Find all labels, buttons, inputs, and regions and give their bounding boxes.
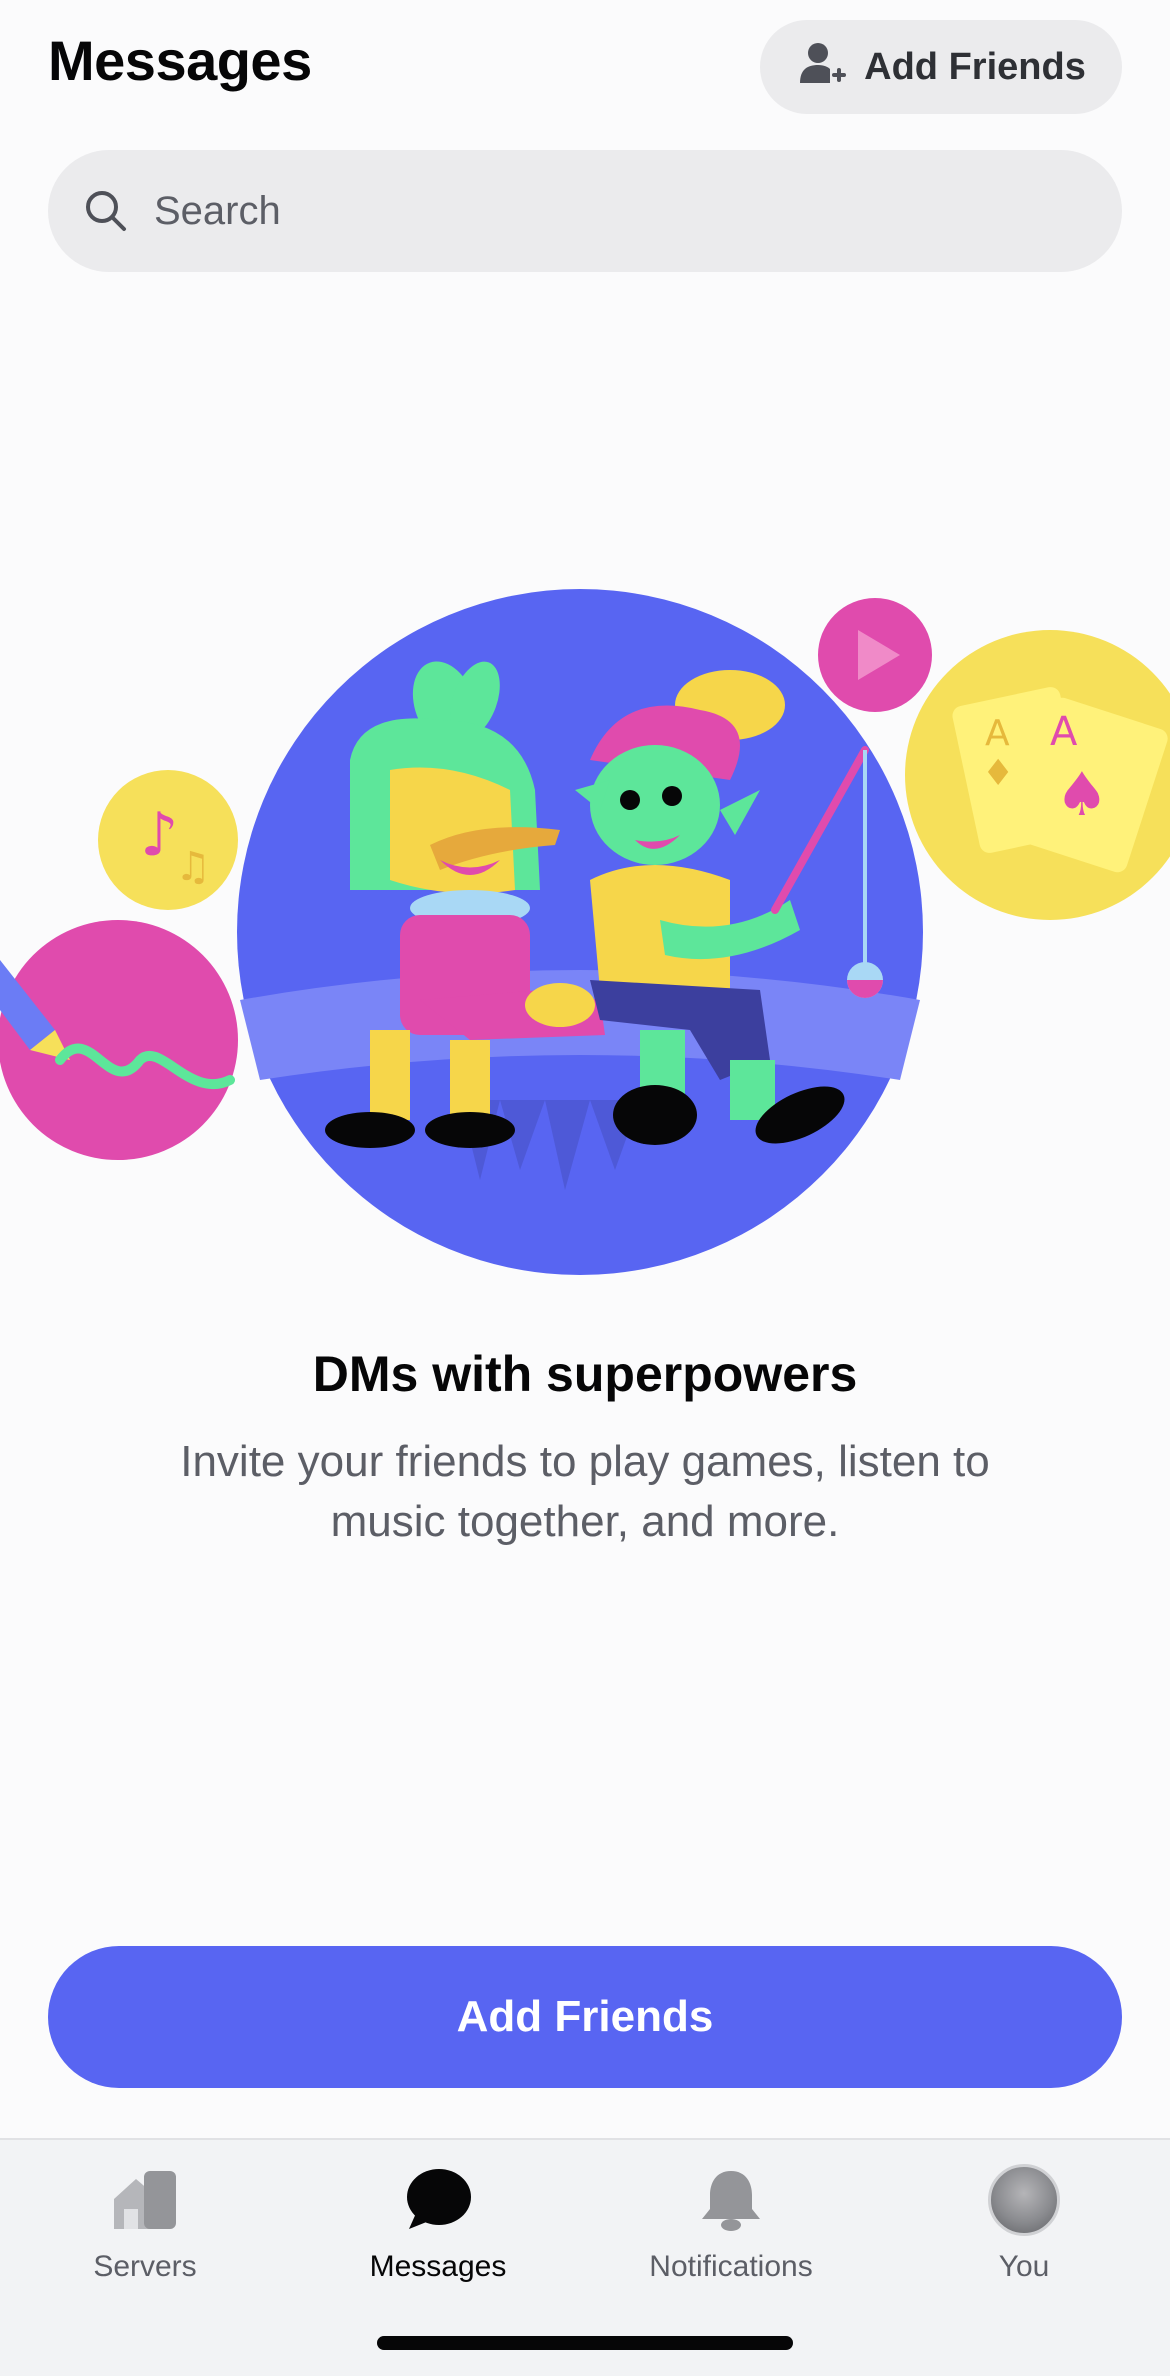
tab-servers-label: Servers [93, 2250, 197, 2283]
tab-notifications-label: Notifications [649, 2250, 813, 2283]
play-bubble [818, 598, 932, 712]
tab-you[interactable]: You [899, 2160, 1149, 2310]
chat-bubble-icon [403, 2160, 473, 2240]
tab-servers[interactable]: Servers [20, 2160, 270, 2310]
avatar [988, 2164, 1060, 2236]
music-bubble: ♪ ♫ [98, 770, 238, 910]
svg-text:A: A [985, 713, 1010, 754]
bell-icon [696, 2160, 766, 2240]
search-input[interactable] [152, 187, 1056, 235]
page-title: Messages [48, 29, 312, 92]
search-bar[interactable] [48, 150, 1122, 272]
svg-text:♫: ♫ [175, 844, 211, 890]
svg-text:A: A [1050, 709, 1078, 755]
home-indicator [377, 2336, 793, 2350]
add-friend-icon [796, 39, 848, 96]
tab-messages-label: Messages [369, 2250, 507, 2283]
pencil-bubble [0, 920, 238, 1160]
add-friends-header-button[interactable]: Add Friends [760, 20, 1122, 114]
add-friends-header-label: Add Friends [864, 45, 1086, 88]
svg-text:♠: ♠ [1055, 760, 1109, 830]
svg-text:♦: ♦ [982, 753, 1014, 794]
add-friends-button[interactable]: Add Friends [48, 1946, 1122, 2088]
tab-messages[interactable]: Messages [313, 2160, 563, 2310]
empty-state-description: Invite your friends to play games, liste… [180, 1437, 990, 1546]
svg-text:♪: ♪ [140, 800, 178, 870]
dms-illustration: ♪ ♫ A ♠ A ♦ [0, 560, 1170, 1280]
tab-you-label: You [998, 2250, 1050, 2283]
cards-bubble: A ♠ A ♦ [905, 630, 1170, 920]
empty-state-title: DMs with superpowers [312, 1346, 858, 1402]
tab-notifications[interactable]: Notifications [606, 2160, 856, 2310]
servers-icon [110, 2160, 180, 2240]
search-icon [82, 187, 130, 235]
